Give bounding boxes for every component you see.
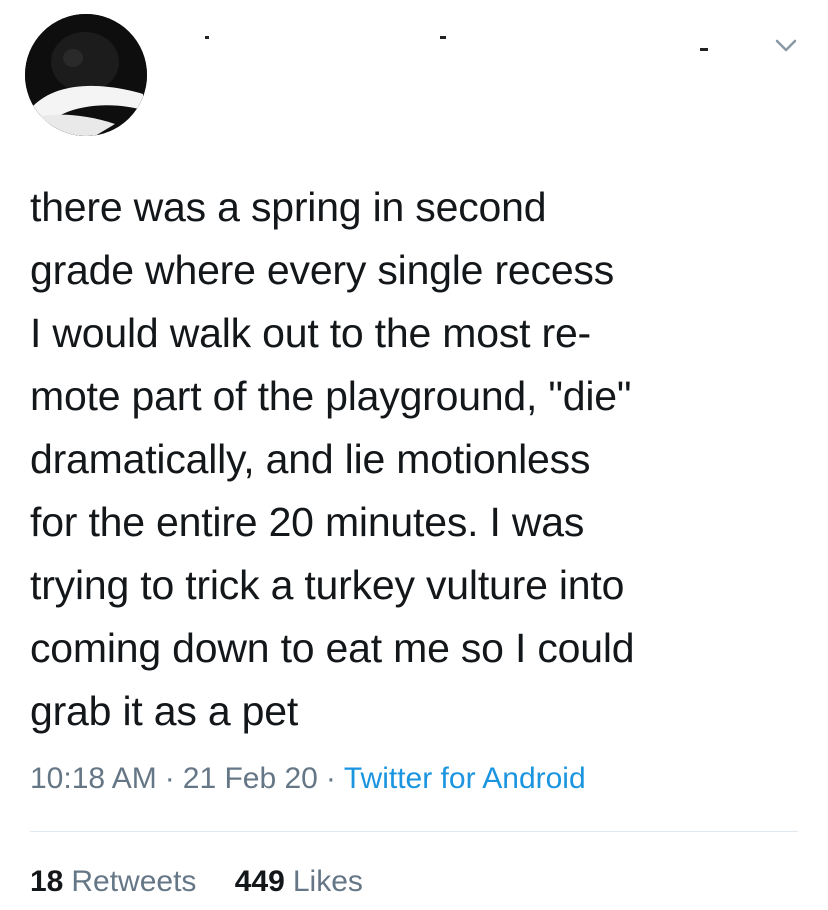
- divider: [30, 831, 798, 832]
- tweet-date[interactable]: 21 Feb 20: [183, 762, 318, 795]
- likes-stat[interactable]: 449 Likes: [235, 860, 363, 904]
- redaction-mark: [440, 36, 446, 39]
- retweets-stat[interactable]: 18 Retweets: [30, 860, 196, 904]
- more-options-button[interactable]: [770, 30, 802, 62]
- retweets-count: 18: [30, 865, 64, 898]
- likes-label: Likes: [292, 865, 363, 898]
- redacted-user-name: [175, 30, 735, 125]
- avatar[interactable]: [25, 14, 147, 136]
- redaction-mark: [700, 48, 708, 51]
- redaction-mark: [205, 36, 209, 39]
- retweets-label: Retweets: [71, 865, 197, 898]
- tweet-meta: 10:18 AM · 21 Feb 20 · Twitter for Android: [30, 757, 586, 801]
- chevron-down-icon: [775, 39, 797, 52]
- likes-count: 449: [234, 865, 285, 898]
- tweet-stats: 18 Retweets 449 Likes: [30, 860, 393, 904]
- tweet-time[interactable]: 10:18 AM: [30, 762, 157, 795]
- tweet-source-link[interactable]: Twitter for Android: [344, 762, 586, 795]
- tweet-text: there was a spring in second grade where…: [30, 184, 635, 734]
- separator: ·: [325, 762, 336, 795]
- separator: ·: [164, 762, 175, 795]
